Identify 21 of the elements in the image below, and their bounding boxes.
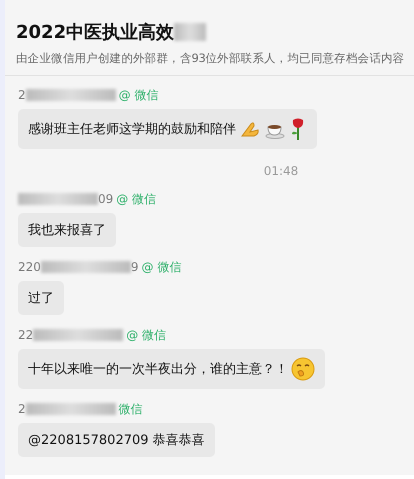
group-description: 由企业微信用户创建的外部群，含93位外部联系人，均已同意存档会话内容 [16,51,406,66]
source-label: 微信 [118,400,143,418]
source-label: @ 微信 [142,258,182,276]
timestamp: 01:48 [264,164,298,178]
blurred-title-part [174,23,206,41]
message-bubble: 感谢班主任老师这学期的鼓励和陪伴 [18,109,317,149]
source-label: @ 微信 [126,326,166,344]
source-label: @ 微信 [116,190,156,208]
source-label: @ 微信 [118,86,158,104]
message-bubble: 过了 [18,281,64,315]
sender-name: 9 [130,260,139,274]
sender-name: 220 [18,260,41,274]
sender-name: 09 [98,192,114,206]
message-bubble: 我也来报喜了 [18,213,116,247]
giggle-face-icon [291,357,315,381]
group-title: 2022中医执业高效 [16,21,174,44]
message-bubble: @2208157802709 恭喜恭喜 [18,423,215,457]
sender-name: 22 [18,328,34,342]
sender-name: 2 [18,88,26,102]
message-bubble: 十年以来唯一的一次半夜出分，谁的主意？！ [18,349,325,389]
sender-name: 2 [18,402,26,416]
